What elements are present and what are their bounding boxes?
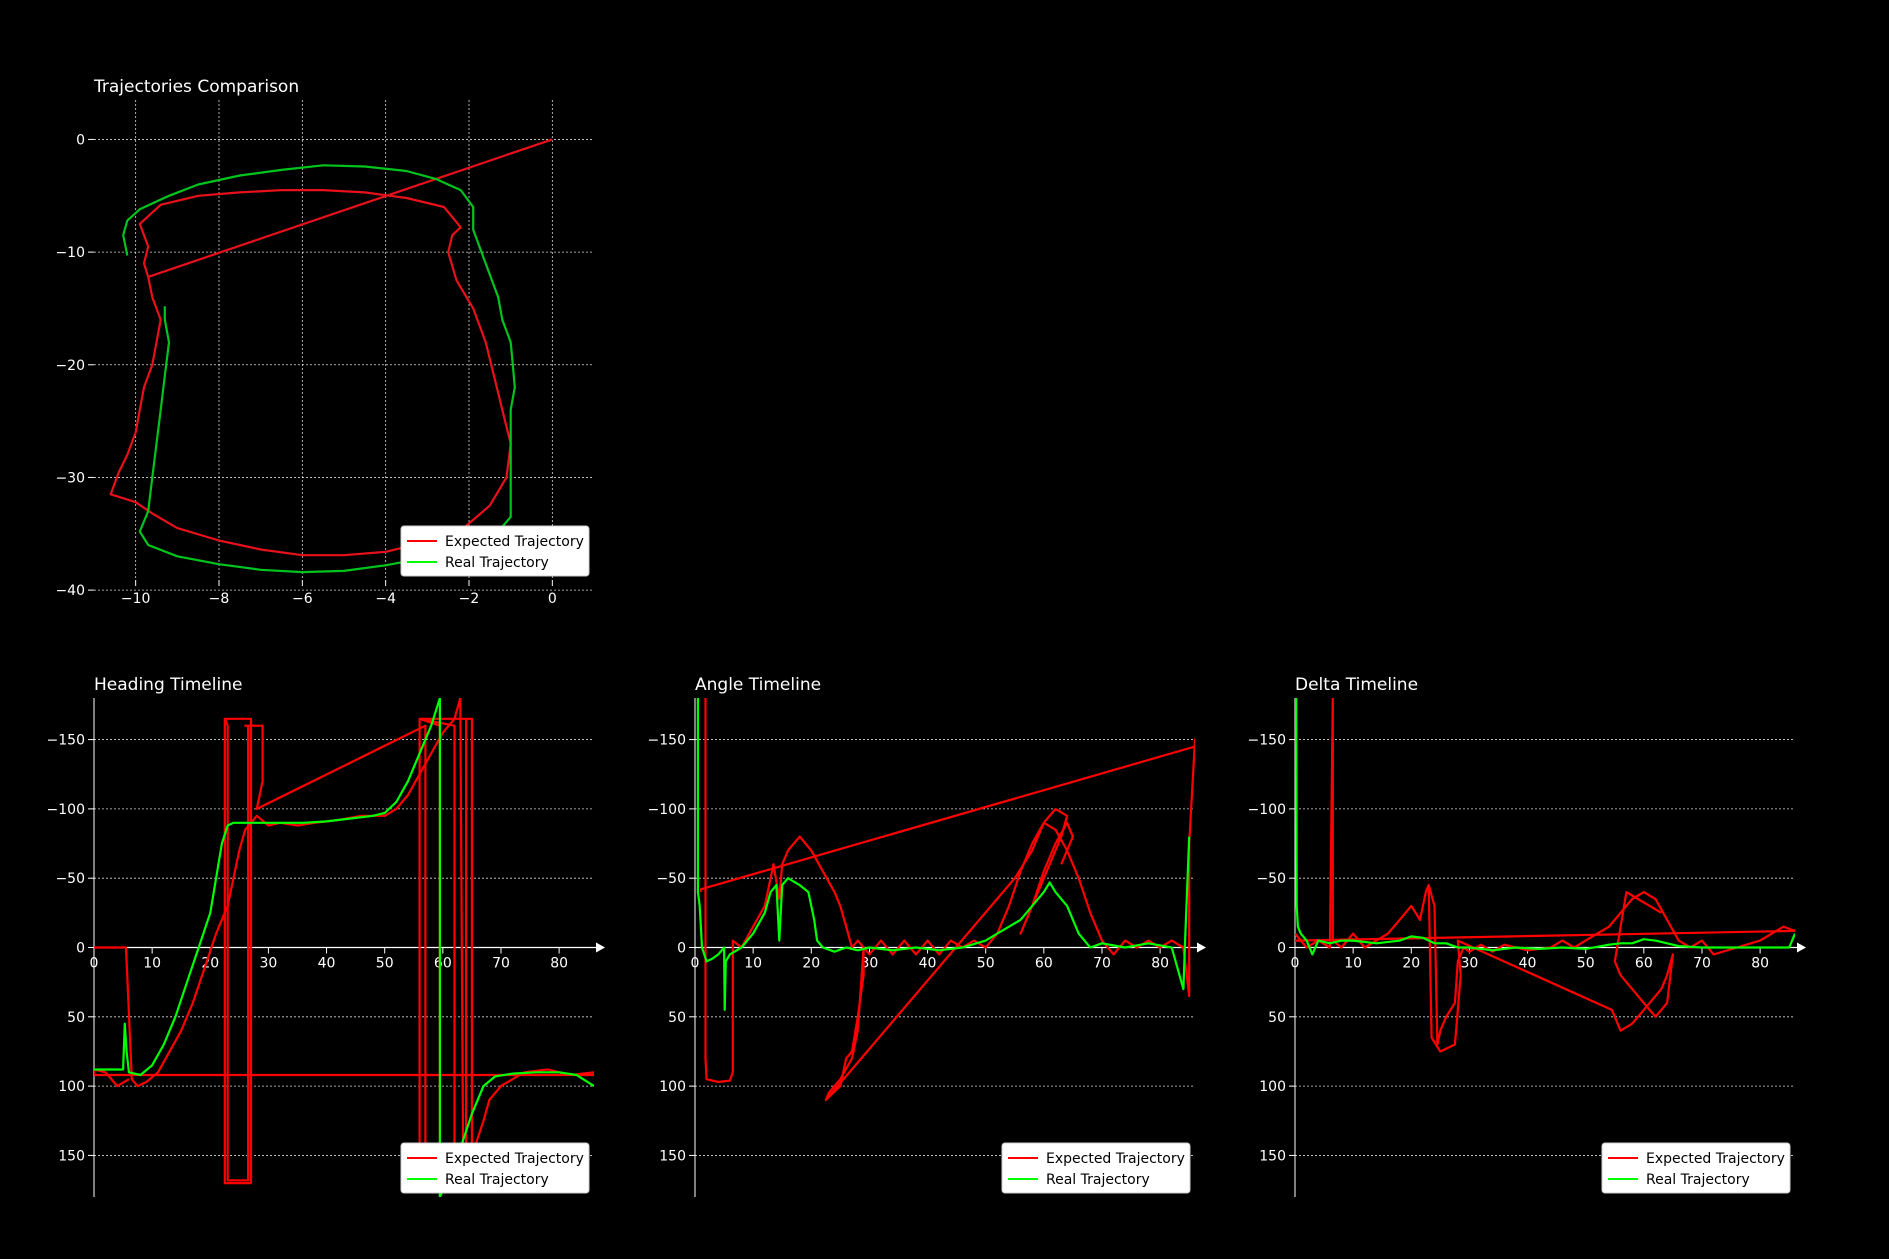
y-tick-label: −10 (55, 245, 85, 261)
legend-label: Expected Trajectory (1046, 1151, 1185, 1167)
x-tick-label: −8 (209, 591, 230, 607)
legend: Expected Trajectory Real Trajectory (400, 525, 590, 577)
y-tick-label: 100 (1259, 1079, 1286, 1095)
y-tick-label: −30 (55, 470, 85, 486)
x-tick-label: 20 (802, 956, 820, 972)
legend-label: Expected Trajectory (445, 1151, 584, 1167)
y-tick-label: −150 (1248, 733, 1286, 749)
x-tick-label: 60 (1035, 956, 1053, 972)
y-tick-label: −100 (47, 802, 85, 818)
x-tick-label: 10 (1344, 956, 1362, 972)
y-tick-label: 50 (67, 1010, 85, 1026)
y-tick-label: −50 (1256, 871, 1286, 887)
chart-title: Trajectories Comparison (93, 77, 299, 97)
x-tick-label: 80 (550, 956, 568, 972)
y-tick-label: 0 (76, 941, 85, 957)
x-tick-label: 40 (318, 956, 336, 972)
x-tick-label: 20 (1402, 956, 1420, 972)
x-tick-label: 50 (376, 956, 394, 972)
x-tick-label: −2 (459, 591, 480, 607)
y-tick-label: 0 (1277, 941, 1286, 957)
chart-title: Heading Timeline (94, 675, 242, 695)
x-tick-label: 10 (143, 956, 161, 972)
x-tick-label: 60 (1635, 956, 1653, 972)
x-tick-label: 50 (1577, 956, 1595, 972)
legend-label: Real Trajectory (445, 1172, 549, 1188)
x-tick-label: 0 (548, 591, 557, 607)
legend-label: Expected Trajectory (445, 534, 584, 550)
y-tick-label: 150 (1259, 1148, 1286, 1164)
x-tick-label: 0 (90, 956, 99, 972)
figure-canvas: Trajectories Comparison −10 −8 −6 −4 −2 00−10… (0, 0, 1889, 1259)
figure-background (0, 0, 1889, 1259)
legend: Expected Trajectory Real Trajectory (1001, 1142, 1191, 1194)
x-tick-label: 50 (977, 956, 995, 972)
y-tick-label: 0 (76, 132, 85, 148)
x-tick-label: 80 (1151, 956, 1169, 972)
y-tick-label: −100 (648, 802, 686, 818)
y-tick-label: −40 (55, 583, 85, 599)
x-tick-label: 30 (1461, 956, 1479, 972)
chart-title: Delta Timeline (1295, 675, 1418, 695)
y-tick-label: 100 (659, 1079, 686, 1095)
y-tick-label: −100 (1248, 802, 1286, 818)
x-tick-label: 40 (919, 956, 937, 972)
x-tick-label: −10 (121, 591, 151, 607)
y-tick-label: −150 (47, 733, 85, 749)
x-tick-label: 0 (691, 956, 700, 972)
x-tick-label: 80 (1751, 956, 1769, 972)
legend: Expected Trajectory Real Trajectory (1601, 1142, 1791, 1194)
x-tick-label: 70 (1693, 956, 1711, 972)
x-tick-label: −6 (292, 591, 313, 607)
chart-title: Angle Timeline (695, 675, 821, 695)
legend-label: Expected Trajectory (1646, 1151, 1785, 1167)
x-tick-label: 0 (1291, 956, 1300, 972)
y-tick-label: −50 (656, 871, 686, 887)
legend-label: Real Trajectory (445, 555, 549, 571)
x-tick-label: 70 (1093, 956, 1111, 972)
x-tick-label: −4 (375, 591, 396, 607)
y-tick-label: 150 (659, 1148, 686, 1164)
legend-label: Real Trajectory (1646, 1172, 1750, 1188)
y-tick-label: 50 (1268, 1010, 1286, 1026)
y-tick-label: 150 (58, 1148, 85, 1164)
x-tick-label: 30 (260, 956, 278, 972)
x-tick-label: 10 (744, 956, 762, 972)
x-tick-label: 60 (434, 956, 452, 972)
y-tick-label: −50 (55, 871, 85, 887)
y-tick-label: 0 (677, 941, 686, 957)
y-tick-label: −150 (648, 733, 686, 749)
y-tick-label: −20 (55, 358, 85, 374)
legend: Expected Trajectory Real Trajectory (400, 1142, 590, 1194)
legend-label: Real Trajectory (1046, 1172, 1150, 1188)
y-tick-label: 50 (668, 1010, 686, 1026)
x-tick-label: 70 (492, 956, 510, 972)
y-tick-label: 100 (58, 1079, 85, 1095)
